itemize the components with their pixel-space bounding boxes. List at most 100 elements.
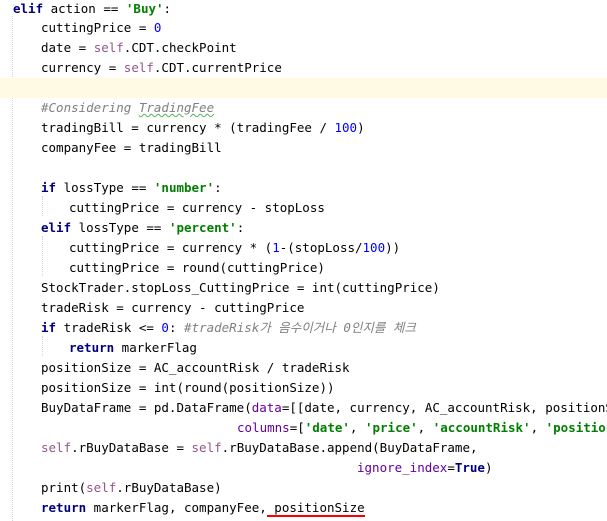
code-line[interactable]: columns=['date', 'price', 'accountRisk',… — [0, 418, 607, 438]
code-text: return markerFlag — [69, 338, 197, 358]
code-line[interactable]: if tradeRisk <= 0: #tradeRisk가 음수이거나 0인지… — [0, 318, 607, 338]
code-token: 'positionSiz — [545, 420, 607, 435]
code-token: action == — [43, 1, 126, 16]
code-token: BuyDataFrame = pd.DataFrame( — [41, 400, 252, 415]
code-line[interactable]: currency = self.CDT.currentPrice — [0, 58, 607, 78]
code-text: #Considering TradingFee — [41, 98, 214, 118]
code-text: StockTrader.stopLoss_CuttingPrice = int(… — [41, 278, 440, 298]
code-text: tradingBill = currency * (tradingFee / 1… — [41, 118, 365, 138]
code-token: ) — [484, 460, 493, 475]
code-token: 1 — [272, 240, 280, 255]
code-token: )) — [385, 240, 401, 255]
code-line[interactable]: positionSize = AC_accountRisk / tradeRis… — [0, 358, 607, 378]
code-token: : — [236, 220, 245, 235]
code-token: self — [123, 60, 154, 75]
code-token: print( — [41, 480, 87, 495]
code-token: 'Buy' — [125, 1, 164, 16]
code-token: return — [69, 340, 115, 355]
code-token: elif — [41, 220, 72, 235]
code-text: tradeRisk = currency - cuttingPrice — [41, 298, 304, 318]
code-token: if — [41, 320, 57, 335]
code-token: =[[date, currency, AC_accountRisk, posit… — [281, 400, 607, 415]
code-line[interactable]: StockTrader.stopLoss_CuttingPrice = int(… — [0, 278, 607, 298]
code-text: elif action == 'Buy': — [13, 0, 171, 19]
error-underlined-token: positionSize — [266, 500, 365, 517]
code-text: positionSize = int(round(positionSize)) — [41, 378, 335, 398]
code-line[interactable]: print(self.rBuyDataBase) — [0, 478, 607, 498]
code-editor[interactable]: elif action == 'Buy': cuttingPrice = 0 dat… — [0, 0, 607, 521]
code-token: , — [349, 420, 365, 435]
code-text: ignore_index=True) — [357, 458, 492, 478]
code-token: cuttingPrice = — [41, 20, 154, 35]
code-token: .rBuyDataBase) — [116, 480, 222, 495]
code-token: companyFee = tradingBill — [41, 140, 222, 155]
code-token: cuttingPrice = currency * ( — [69, 240, 273, 255]
code-token: , — [530, 420, 546, 435]
code-line[interactable]: ignore_index=True) — [0, 458, 607, 478]
code-token: -(stopLoss/ — [279, 240, 363, 255]
code-token: : — [163, 1, 172, 16]
code-line[interactable]: return markerFlag — [0, 338, 607, 358]
code-token: StockTrader.stopLoss_CuttingPrice = int(… — [41, 280, 440, 295]
code-line[interactable]: elif action == 'Buy': — [0, 0, 607, 19]
code-line[interactable]: BuyDataFrame = pd.DataFrame(data=[[date,… — [0, 398, 607, 418]
code-line[interactable]: cuttingPrice = currency - stopLoss — [0, 198, 607, 218]
code-token: self — [41, 440, 72, 455]
code-text: if lossType == 'number': — [41, 178, 222, 198]
code-line[interactable]: if lossType == 'number': — [0, 178, 607, 198]
code-token: : — [214, 180, 222, 195]
code-token: #Considering — [41, 100, 139, 115]
code-token: .CDT.checkPoint — [123, 40, 237, 55]
code-text: currency = self.CDT.currentPrice — [41, 58, 282, 78]
code-token: cuttingPrice = currency - stopLoss — [69, 200, 325, 215]
code-token: tradeRisk <= — [56, 320, 162, 335]
code-token: ignore_index — [357, 460, 448, 475]
code-text: cuttingPrice = round(cuttingPrice) — [69, 258, 325, 278]
code-token: #tradeRisk가 음수이거나 0인지를 체크 — [184, 320, 416, 335]
code-text: cuttingPrice = currency * (1-(stopLoss/1… — [69, 238, 400, 258]
code-text: positionSize = AC_accountRisk / tradeRis… — [41, 358, 350, 378]
code-token: , — [417, 420, 433, 435]
code-token: self — [86, 480, 117, 495]
code-text: columns=['date', 'price', 'accountRisk',… — [237, 418, 607, 438]
code-text: cuttingPrice = currency - stopLoss — [69, 198, 325, 218]
code-line[interactable]: cuttingPrice = 0 — [0, 18, 607, 38]
code-token: cuttingPrice = round(cuttingPrice) — [69, 260, 325, 275]
code-token: tradingBill = currency * (tradingFee / — [41, 120, 335, 135]
code-line[interactable]: companyFee = tradingBill — [0, 138, 607, 158]
code-line[interactable]: positionSize = int(round(positionSize)) — [0, 378, 607, 398]
code-line[interactable]: #Considering TradingFee — [0, 98, 607, 118]
current-line[interactable] — [0, 78, 607, 98]
code-token: 0 — [161, 320, 169, 335]
code-token: 'number' — [153, 180, 215, 195]
code-token: columns — [237, 420, 290, 435]
code-line[interactable]: return markerFlag, companyFee, positionS… — [0, 498, 607, 518]
code-token: if — [41, 180, 57, 195]
code-line[interactable]: date = self.CDT.checkPoint — [0, 38, 607, 58]
code-token: self — [93, 40, 124, 55]
code-line[interactable]: self.rBuyDataBase = self.rBuyDataBase.ap… — [0, 438, 607, 458]
code-token: TradingFee — [138, 100, 215, 115]
code-token: 'price' — [364, 420, 418, 435]
code-token: data — [251, 400, 282, 415]
code-text: BuyDataFrame = pd.DataFrame(data=[[date,… — [41, 398, 607, 418]
code-token: True — [454, 460, 485, 475]
code-line[interactable] — [0, 158, 607, 178]
code-text: date = self.CDT.checkPoint — [41, 38, 237, 58]
code-token: positionSize = int(round(positionSize)) — [41, 380, 335, 395]
code-line[interactable]: tradeRisk = currency - cuttingPrice — [0, 298, 607, 318]
code-token: markerFlag, companyFee, — [86, 500, 267, 515]
code-token: 'accountRisk' — [432, 420, 531, 435]
code-token: tradeRisk = currency - cuttingPrice — [41, 300, 305, 315]
code-token: =[ — [289, 420, 305, 435]
code-text: companyFee = tradingBill — [41, 138, 222, 158]
code-token: lossType == — [56, 180, 154, 195]
code-line[interactable]: cuttingPrice = round(cuttingPrice) — [0, 258, 607, 278]
code-line[interactable]: tradingBill = currency * (tradingFee / 1… — [0, 118, 607, 138]
code-line[interactable]: cuttingPrice = currency * (1-(stopLoss/1… — [0, 238, 607, 258]
code-token: .rBuyDataBase.append(BuyDataFrame, — [221, 440, 478, 455]
code-token: 100 — [362, 240, 386, 255]
code-line[interactable]: elif lossType == 'percent': — [0, 218, 607, 238]
code-token: 100 — [334, 120, 358, 135]
code-token: lossType == — [71, 220, 169, 235]
